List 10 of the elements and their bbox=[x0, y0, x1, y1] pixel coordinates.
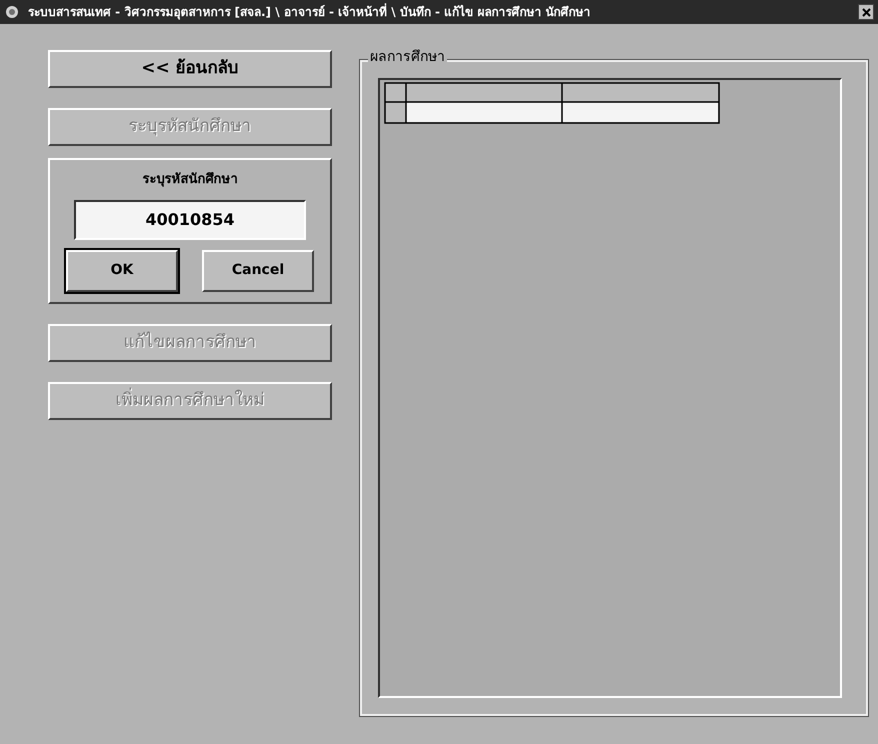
window-title: ระบบสารสนเทศ - วิศวกรรมอุตสาหการ [สจล.] \ อาจารย์ - เจ้าหน้าที่ \ บันทึก - แก้ไข ผลการศึกษา นักศึกษา bbox=[28, 3, 592, 21]
group-title: ผลการศึกษา bbox=[368, 50, 447, 64]
app-icon bbox=[4, 4, 20, 20]
panel-title: ระบุรหัสนักศึกษา bbox=[142, 171, 238, 189]
close-button[interactable] bbox=[858, 4, 874, 20]
side-button[interactable]: << ย้อนกลับ bbox=[48, 50, 332, 88]
student-id-field[interactable]: 40010854 bbox=[74, 200, 306, 240]
close-icon bbox=[862, 8, 870, 16]
dialog-button[interactable]: OK bbox=[66, 250, 178, 292]
dialog-button[interactable]: Cancel bbox=[202, 250, 314, 292]
